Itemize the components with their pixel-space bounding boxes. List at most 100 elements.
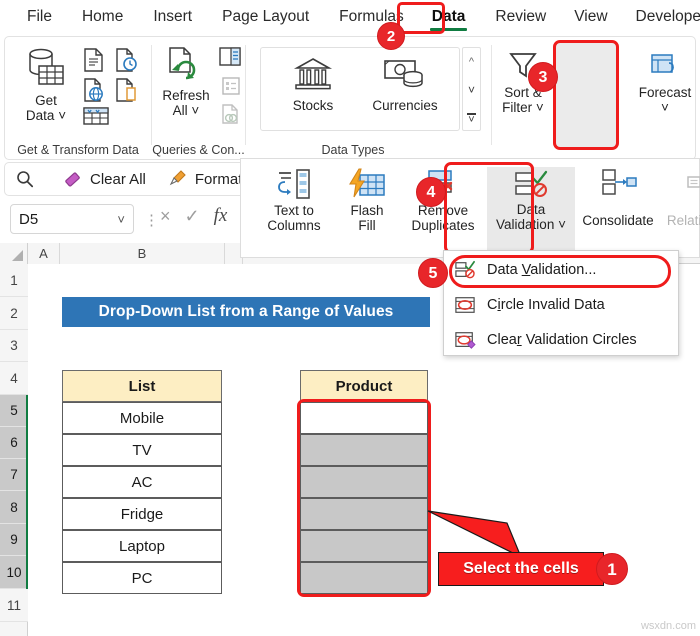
row-header-2[interactable]: 2 <box>0 297 28 330</box>
product-cell-d9[interactable] <box>300 530 428 562</box>
product-cell-d8[interactable] <box>300 498 428 530</box>
get-data-line1: Get <box>35 93 57 108</box>
data-validation-icon <box>515 170 548 197</box>
insert-function-icon[interactable]: fx <box>214 205 228 227</box>
properties-icon <box>222 77 240 95</box>
cancel-formula-icon[interactable]: × <box>160 206 171 227</box>
from-text-csv-button[interactable] <box>81 47 107 78</box>
row-header-7[interactable]: 7 <box>0 459 28 491</box>
consolidate-button[interactable]: Consolidate <box>577 167 659 228</box>
product-cell-d5[interactable] <box>300 402 428 434</box>
ribbon-tab-strip: File Home Insert Page Layout Formulas Da… <box>0 0 700 34</box>
row-header-1[interactable]: 1 <box>0 264 28 297</box>
list-header-cell[interactable]: List <box>62 370 222 402</box>
menu-item-clear-validation-circles[interactable]: Clear Validation Circles <box>444 323 680 357</box>
tab-developer[interactable]: Developer <box>627 5 700 29</box>
from-web-button[interactable] <box>81 77 107 108</box>
remove-duplicates-line2: Duplicates <box>411 218 475 233</box>
menu-item-circle-invalid-data-label: Circle Invalid Data <box>487 297 605 313</box>
list-cell-b10[interactable]: PC <box>62 562 222 594</box>
forecast-sheet-icon <box>651 54 674 73</box>
active-tab-underline <box>429 28 468 31</box>
format-painter-icon <box>169 170 186 186</box>
row-header-5[interactable]: 5 <box>0 395 28 427</box>
menu-item-data-validation[interactable]: Data Validation... <box>444 253 680 287</box>
badge-2: 2 <box>377 22 405 50</box>
product-cell-d10[interactable] <box>300 562 428 594</box>
edit-links-button <box>220 103 242 130</box>
tab-file[interactable]: File <box>18 5 61 29</box>
forecast-line2: ˅ <box>661 100 669 115</box>
from-table-range-button[interactable] <box>113 77 139 108</box>
gallery-scroll-column: ^ ˅ ˅ <box>462 47 481 131</box>
stocks-label: Stocks <box>292 98 334 113</box>
refresh-all-button[interactable]: Refresh All ˅ <box>156 45 216 118</box>
stocks-button[interactable]: Stocks <box>274 55 352 113</box>
flash-fill-button[interactable]: Flash Fill <box>337 167 397 233</box>
currencies-label: Currencies <box>372 98 438 113</box>
find-button[interactable] <box>15 169 35 189</box>
get-data-button[interactable]: Get Data ˅ <box>15 45 77 123</box>
column-header-a[interactable]: A <box>28 243 60 264</box>
row-header-8[interactable]: 8 <box>0 491 28 524</box>
text-to-columns-button[interactable]: Text to Columns <box>259 167 329 233</box>
chevron-down-icon[interactable]: ˅ <box>117 212 125 227</box>
tab-home[interactable]: Home <box>73 5 132 29</box>
row-header-11[interactable]: 11 <box>0 589 28 622</box>
relationship-button: Relationship <box>661 167 700 228</box>
circle-invalid-data-icon <box>455 297 475 313</box>
currencies-button[interactable]: Currencies <box>362 55 448 113</box>
gallery-scroll-up-button[interactable]: ^ <box>463 48 480 75</box>
tab-review[interactable]: Review <box>486 5 555 29</box>
tab-page-layout[interactable]: Page Layout <box>213 5 318 29</box>
data-tools-button[interactable]: Data Tools ˅ <box>560 51 624 115</box>
tab-insert[interactable]: Insert <box>144 5 201 29</box>
ribbon: Get Data ˅ Get & Transform Data Refresh … <box>4 36 696 160</box>
menu-item-circle-invalid-data[interactable]: Circle Invalid Data <box>444 288 680 322</box>
forecast-button[interactable]: Forecast ˅ <box>632 51 698 115</box>
row-header-4[interactable]: 4 <box>0 362 28 395</box>
enter-formula-icon[interactable]: ✓ <box>185 206 200 227</box>
data-validation-line2: Validation ˅ <box>496 217 566 232</box>
from-web-icon <box>84 78 103 102</box>
product-header-cell[interactable]: Product <box>300 370 428 402</box>
clear-validation-circles-icon <box>455 332 476 349</box>
eraser-icon <box>65 172 80 187</box>
from-file-icon <box>116 78 136 102</box>
formula-bar-grip[interactable]: ⋮ <box>144 211 159 229</box>
ribbon-group-queries-connections: Refresh All ˅ Queries & Con... <box>152 37 245 159</box>
column-header-b[interactable]: B <box>60 243 225 264</box>
product-cell-d7[interactable] <box>300 466 428 498</box>
relationship-label: Relationship <box>666 213 700 228</box>
data-validation-button[interactable]: Data Validation ˅ <box>487 167 575 251</box>
consolidate-icon <box>602 169 637 195</box>
get-data-icon <box>29 48 64 85</box>
list-cell-b9[interactable]: Laptop <box>62 530 222 562</box>
list-cell-b7[interactable]: AC <box>62 466 222 498</box>
gallery-scroll-down-button[interactable]: ˅ <box>463 76 480 103</box>
from-web-recent-button[interactable] <box>113 47 139 78</box>
row-header-6[interactable]: 6 <box>0 427 28 459</box>
list-cell-b8[interactable]: Fridge <box>62 498 222 530</box>
queries-connections-pane-button[interactable] <box>218 46 242 73</box>
select-all-button[interactable] <box>0 243 28 264</box>
ribbon-group-data-tools: Data Tools ˅ <box>554 37 630 159</box>
row-header-10[interactable]: 10 <box>0 556 28 589</box>
clear-all-button[interactable]: Clear All <box>63 169 146 189</box>
list-cell-b5[interactable]: Mobile <box>62 402 222 434</box>
from-table-button[interactable] <box>81 105 111 132</box>
product-cell-d6[interactable] <box>300 434 428 466</box>
name-box[interactable]: D5 ˅ <box>10 204 134 234</box>
row-header-9[interactable]: 9 <box>0 524 28 556</box>
gallery-expand-button[interactable]: ˅ <box>463 104 480 131</box>
row-header-3[interactable]: 3 <box>0 330 28 362</box>
tab-view[interactable]: View <box>565 5 616 29</box>
flash-fill-line1: Flash <box>350 203 384 218</box>
group-label-queries-connections: Queries & Con... <box>152 143 245 157</box>
forecast-line1: Forecast <box>638 85 692 100</box>
list-cell-b6[interactable]: TV <box>62 434 222 466</box>
refresh-all-icon <box>169 47 196 80</box>
tab-data[interactable]: Data <box>423 5 475 31</box>
flash-fill-icon <box>349 168 385 198</box>
stocks-icon <box>293 58 333 90</box>
